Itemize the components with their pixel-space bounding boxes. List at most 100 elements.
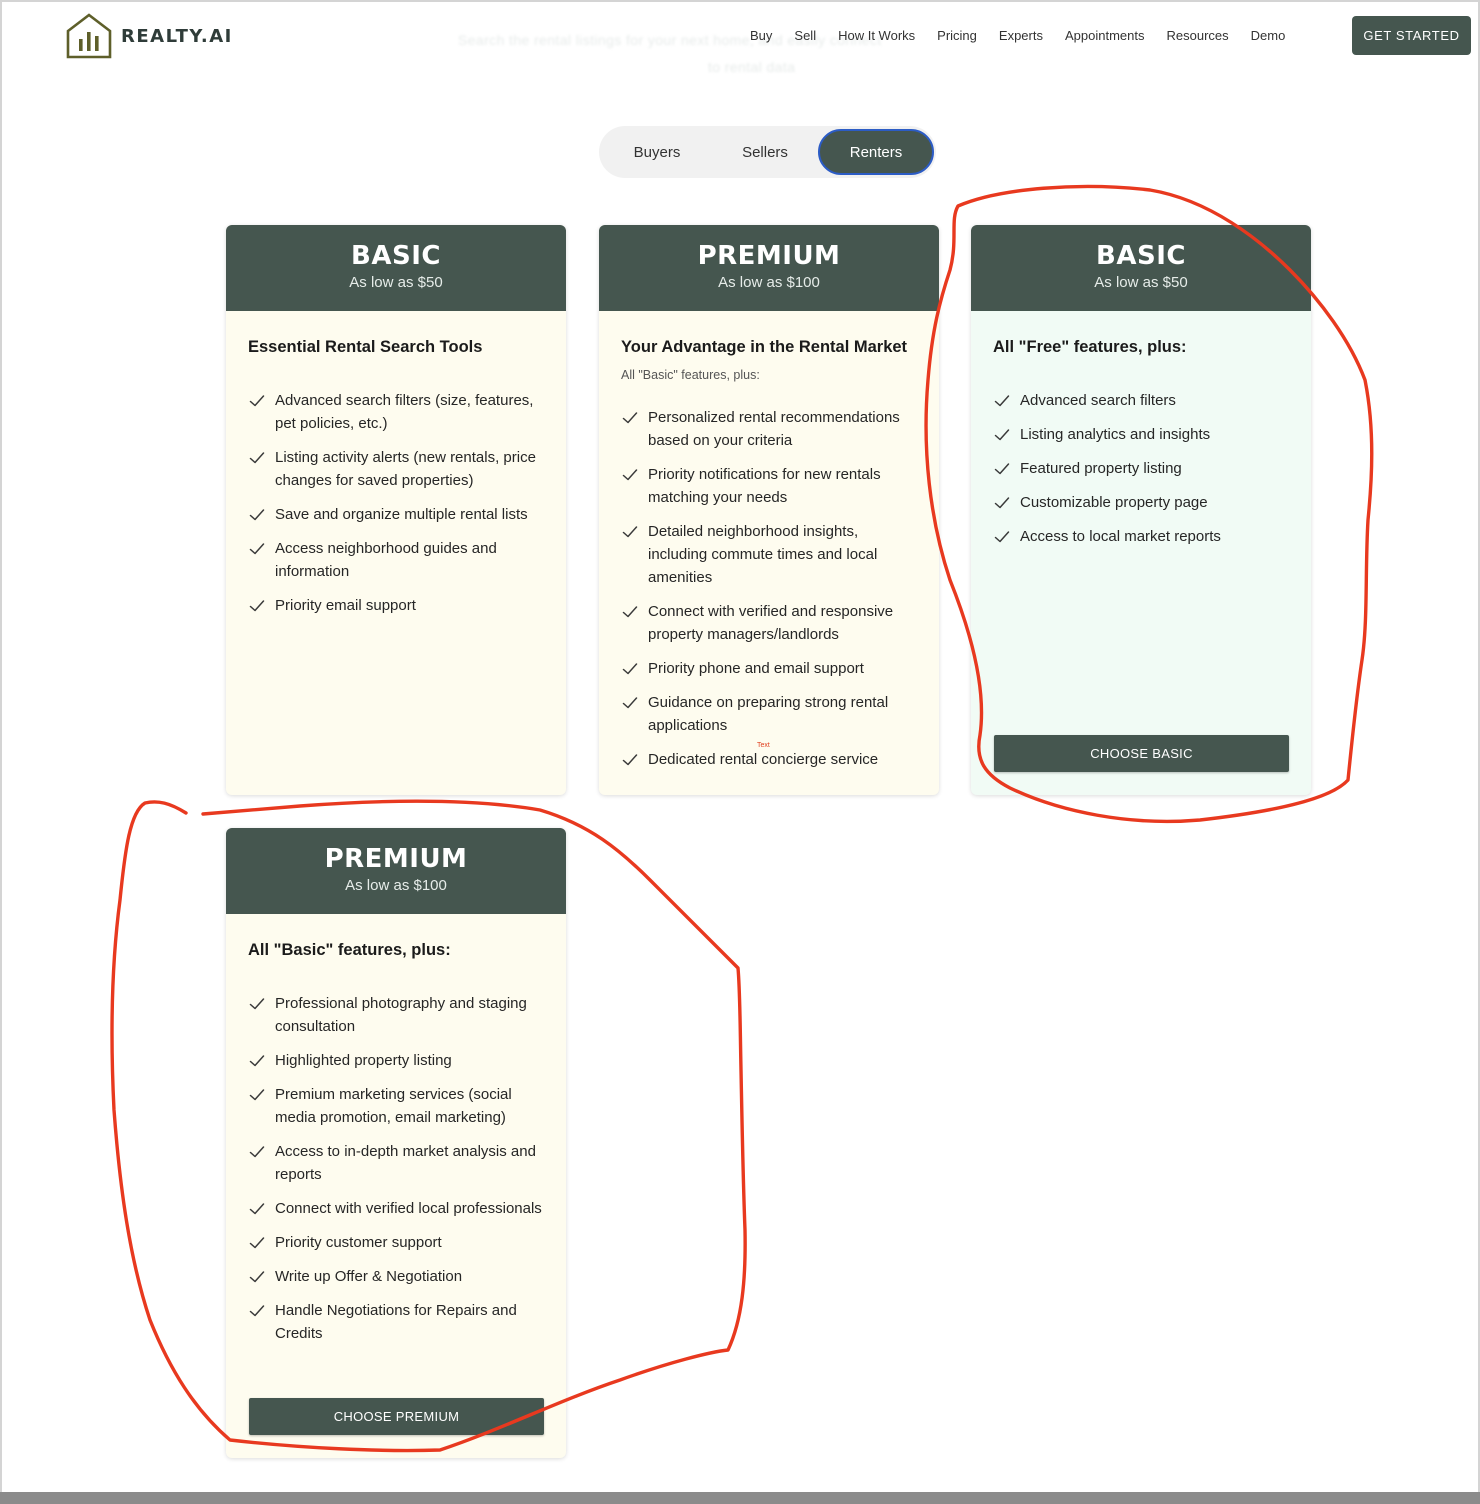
nav-item-resources[interactable]: Resources <box>1166 28 1228 46</box>
pricing-card-premium-renters: PREMIUM As low as $100 Your Advantage in… <box>599 225 939 795</box>
check-icon <box>249 1143 265 1158</box>
feature-item: Access to in-depth market analysis and r… <box>248 1140 544 1186</box>
feature-item: Highlighted property listing <box>248 1049 544 1072</box>
nav-item-demo[interactable]: Demo <box>1251 28 1286 46</box>
brand-name: REALTY.AI <box>121 25 233 47</box>
audience-tabs: Buyers Sellers Renters <box>599 126 936 178</box>
feature-text: Access neighborhood guides and informati… <box>275 540 497 580</box>
feature-item: Priority phone and email support <box>621 657 917 680</box>
window-border-left <box>0 0 2 1504</box>
feature-text: Listing activity alerts (new rentals, pr… <box>275 449 536 489</box>
plan-price: As low as $100 <box>345 877 447 894</box>
brand-logo[interactable]: REALTY.AI <box>65 12 233 60</box>
check-icon <box>994 392 1010 407</box>
hero-faded-text-line-2: to rental data <box>708 59 796 75</box>
feature-item: Professional photography and staging con… <box>248 992 544 1038</box>
feature-item: Priority email support <box>248 594 544 617</box>
card-header: BASIC As low as $50 <box>971 225 1311 311</box>
get-started-button[interactable]: GET STARTED <box>1352 16 1471 55</box>
feature-text: Guidance on preparing strong rental appl… <box>648 694 889 734</box>
plan-price: As low as $50 <box>349 274 443 291</box>
nav-item-buy[interactable]: Buy <box>750 28 772 46</box>
check-icon <box>249 506 265 521</box>
feature-text: Write up Offer & Negotiation <box>275 1268 463 1285</box>
pricing-card-basic-renters: BASIC As low as $50 Essential Rental Sea… <box>226 225 566 795</box>
feature-text: Connect with verified local professional… <box>275 1200 542 1217</box>
check-icon <box>249 1052 265 1067</box>
nav-item-sell[interactable]: Sell <box>794 28 816 46</box>
feature-text: Priority email support <box>275 597 416 614</box>
check-icon <box>622 694 638 709</box>
card-header: BASIC As low as $50 <box>226 225 566 311</box>
feature-text: Listing analytics and insights <box>1020 426 1211 443</box>
feature-text: Priority notifications for new rentals m… <box>648 466 881 506</box>
nav-item-experts[interactable]: Experts <box>999 28 1043 46</box>
feature-list: Personalized rental recommendations base… <box>621 406 917 771</box>
feature-item: Premium marketing services (social media… <box>248 1083 544 1129</box>
feature-item: Customizable property page <box>993 491 1289 514</box>
feature-item: Personalized rental recommendations base… <box>621 406 917 452</box>
feature-item: Access to local market reports <box>993 525 1289 548</box>
check-icon <box>994 426 1010 441</box>
nav-item-pricing[interactable]: Pricing <box>937 28 977 46</box>
check-icon <box>249 1268 265 1283</box>
check-icon <box>249 1234 265 1249</box>
plan-price: As low as $100 <box>718 274 820 291</box>
feature-text: Customizable property page <box>1020 494 1208 511</box>
check-icon <box>622 751 638 766</box>
pricing-card-basic-sellers: BASIC As low as $50 All "Free" features,… <box>971 225 1311 795</box>
check-icon <box>622 523 638 538</box>
feature-text: Advanced search filters <box>1020 392 1176 409</box>
main-nav: Buy Sell How It Works Pricing Experts Ap… <box>750 28 1285 46</box>
feature-text: Save and organize multiple rental lists <box>275 506 528 523</box>
feature-item: Advanced search filters <box>993 389 1289 412</box>
choose-premium-button[interactable]: CHOOSE PREMIUM <box>249 1398 544 1435</box>
feature-item: Priority customer support <box>248 1231 544 1254</box>
annotation-text-note: Text <box>757 742 770 749</box>
check-icon <box>622 603 638 618</box>
plan-heading: All "Basic" features, plus: <box>248 941 451 959</box>
tab-sellers[interactable]: Sellers <box>710 129 820 175</box>
feature-item: Detailed neighborhood insights, includin… <box>621 520 917 589</box>
plan-heading: Essential Rental Search Tools <box>248 338 483 356</box>
check-icon <box>622 660 638 675</box>
feature-text: Access to local market reports <box>1020 528 1221 545</box>
feature-text: Access to in-depth market analysis and r… <box>275 1143 536 1183</box>
check-icon <box>249 597 265 612</box>
check-icon <box>994 528 1010 543</box>
check-icon <box>249 392 265 407</box>
check-icon <box>249 1302 265 1317</box>
plan-title: PREMIUM <box>697 241 841 271</box>
check-icon <box>622 409 638 424</box>
feature-text: Advanced search filters (size, features,… <box>275 392 534 432</box>
feature-text: Personalized rental recommendations base… <box>648 409 900 449</box>
feature-text: Priority customer support <box>275 1234 442 1251</box>
feature-item: Connect with verified local professional… <box>248 1197 544 1220</box>
check-icon <box>249 1086 265 1101</box>
feature-text: Featured property listing <box>1020 460 1182 477</box>
window-border-bottom <box>0 1492 1480 1504</box>
plan-heading: Your Advantage in the Rental Market <box>621 338 908 356</box>
check-icon <box>249 449 265 464</box>
feature-text: Premium marketing services (social media… <box>275 1086 512 1126</box>
nav-item-how-it-works[interactable]: How It Works <box>838 28 915 46</box>
tab-buyers[interactable]: Buyers <box>602 129 712 175</box>
check-icon <box>249 995 265 1010</box>
nav-item-appointments[interactable]: Appointments <box>1065 28 1145 46</box>
feature-text: Handle Negotiations for Repairs and Cred… <box>275 1302 517 1342</box>
choose-basic-button[interactable]: CHOOSE BASIC <box>994 735 1289 772</box>
check-icon <box>249 540 265 555</box>
feature-item: Access neighborhood guides and informati… <box>248 537 544 583</box>
feature-text: Highlighted property listing <box>275 1052 452 1069</box>
plan-price: As low as $50 <box>1094 274 1188 291</box>
feature-item: Featured property listing <box>993 457 1289 480</box>
feature-list: Professional photography and staging con… <box>248 992 544 1345</box>
tab-renters[interactable]: Renters <box>818 129 934 175</box>
window-border-top <box>0 0 1480 2</box>
feature-item: Dedicated rental concierge service <box>621 748 917 771</box>
plan-subheading: All "Basic" features, plus: <box>621 368 760 382</box>
plan-title: BASIC <box>351 241 441 271</box>
feature-item: Connect with verified and responsive pro… <box>621 600 917 646</box>
feature-text: Professional photography and staging con… <box>275 995 527 1035</box>
card-header: PREMIUM As low as $100 <box>599 225 939 311</box>
